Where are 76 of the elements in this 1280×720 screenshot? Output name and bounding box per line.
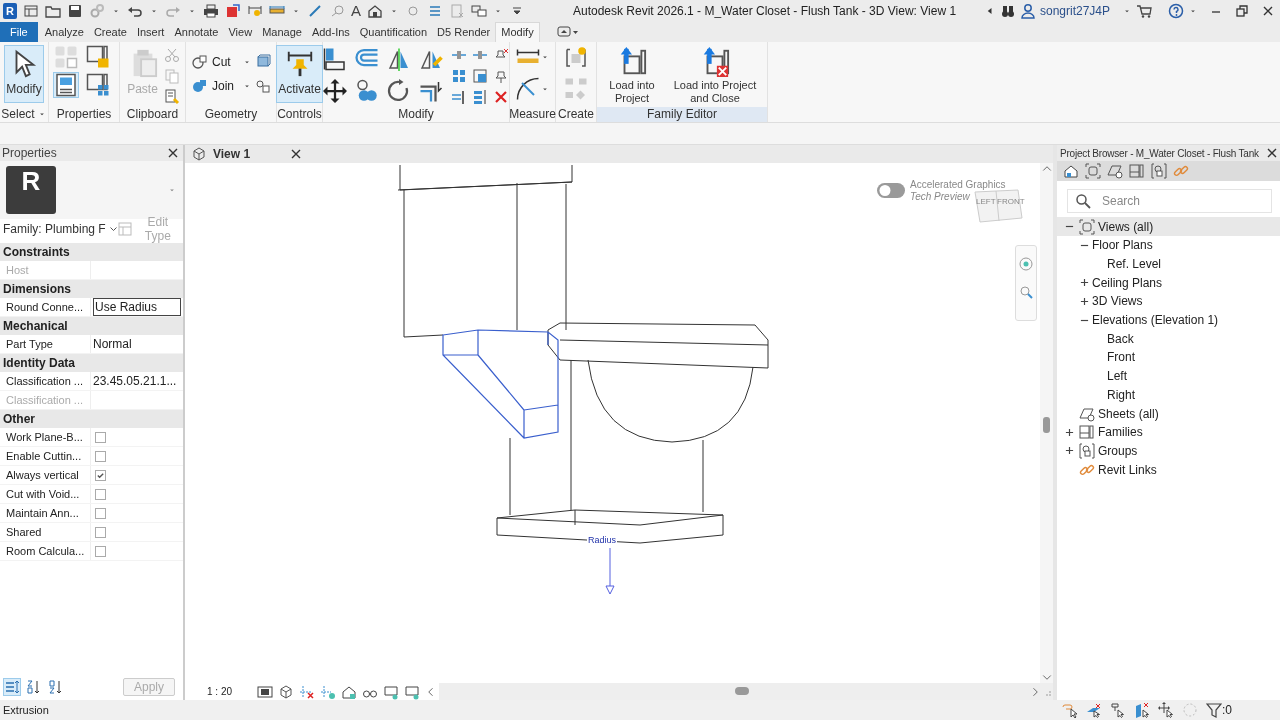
property-label: Host xyxy=(5,264,30,277)
tree-item[interactable]: Left xyxy=(1057,366,1280,386)
panel-label[interactable]: Measure xyxy=(510,105,555,122)
tree-item[interactable]: Right xyxy=(1057,385,1280,405)
load-button[interactable]: Load into Project xyxy=(601,44,663,107)
panel-label[interactable]: Create xyxy=(556,105,596,122)
property-label: Work Plane-B... xyxy=(5,431,84,444)
preview-note: Tech Preview xyxy=(910,191,970,203)
ribbon-tab[interactable]: Modify xyxy=(495,21,540,42)
property-label: Maintain Ann... xyxy=(5,507,80,520)
tree-item[interactable]: Views (all) xyxy=(1057,217,1280,236)
group-header[interactable]: Constraints xyxy=(0,243,183,262)
panel-label[interactable]: Clipboard xyxy=(120,105,185,122)
ribbon-tab[interactable]: Quantification xyxy=(354,21,433,42)
family-type-image: R xyxy=(6,166,56,215)
property-label: Classification ... xyxy=(5,375,85,388)
tree-item[interactable]: Floor Plans xyxy=(1057,236,1280,255)
ribbon-tab[interactable]: Create xyxy=(88,21,132,42)
load-button[interactable]: Load into Project and Close xyxy=(667,44,763,107)
view-tab[interactable]: View 1 xyxy=(191,145,287,164)
tree-item[interactable]: Back xyxy=(1057,329,1280,349)
window-title: Autodesk Revit 2026.1 - M_Water Closet - Flush Tank - 3D View: View 1 xyxy=(573,3,957,18)
group-header[interactable]: Other xyxy=(0,410,183,429)
ribbon-tab[interactable]: Analyze xyxy=(39,21,89,42)
ribbon-tab[interactable]: D5 Render xyxy=(432,21,496,42)
ribbon-tab[interactable]: Annotate xyxy=(169,21,224,42)
panel-title: Properties xyxy=(2,146,57,161)
search-field[interactable]: Search xyxy=(1067,189,1272,214)
scale-label[interactable]: 1 : 20 xyxy=(207,686,233,698)
tree-item[interactable]: Elevations (Elevation 1) xyxy=(1057,310,1280,330)
property-label: Room Calcula... xyxy=(5,545,86,558)
property-label: Shared xyxy=(5,526,43,539)
user-name[interactable]: songrit27J4P xyxy=(1039,3,1110,18)
tree-item[interactable]: Revit Links xyxy=(1057,460,1280,479)
ribbon-tab[interactable]: Insert xyxy=(131,21,170,42)
ribbon-tab[interactable]: File xyxy=(0,21,38,42)
filter-count: :0 xyxy=(1222,703,1232,718)
property-label: Enable Cuttin... xyxy=(5,450,83,463)
group-header[interactable]: Dimensions xyxy=(0,280,183,299)
panel-title: Project Browser - M_Water Closet - Flush Tank xyxy=(1060,147,1259,159)
tree-item[interactable]: Groups xyxy=(1057,441,1280,461)
panel-label[interactable]: Modify xyxy=(323,105,509,122)
ribbon-tab[interactable]: View xyxy=(223,21,258,42)
ribbon-tab[interactable]: Add-Ins xyxy=(306,21,355,42)
property-label: Round Conne... xyxy=(5,301,85,314)
tree-item[interactable]: Families xyxy=(1057,422,1280,442)
graphics-label: Accelerated Graphics xyxy=(910,179,1006,191)
property-value: Normal xyxy=(93,337,132,352)
group-header[interactable]: Identity Data xyxy=(0,354,183,373)
property-label: Part Type xyxy=(5,338,54,351)
tree-item[interactable]: 3D Views xyxy=(1057,292,1280,311)
tree-item[interactable]: Sheets (all) xyxy=(1057,404,1280,423)
tool-button[interactable]: Join xyxy=(191,76,239,95)
status-text: Extrusion xyxy=(3,704,49,717)
property-label: Always vertical xyxy=(5,469,80,482)
panel-label[interactable]: Controls xyxy=(277,105,322,122)
group-header[interactable]: Mechanical xyxy=(0,317,183,336)
dimension-label[interactable]: Radius xyxy=(587,535,617,546)
tree-item[interactable]: Ref. Level xyxy=(1057,254,1280,274)
activate-button[interactable]: Activate xyxy=(276,44,323,103)
tree-item[interactable]: Ceiling Plans xyxy=(1057,273,1280,293)
app-logo[interactable]: R xyxy=(3,2,17,19)
panel-label[interactable]: Family Editor xyxy=(597,106,767,122)
value-field[interactable]: Use Radius xyxy=(93,298,181,317)
property-label: Classification ... xyxy=(5,394,85,407)
panel-label[interactable]: Geometry xyxy=(186,105,276,122)
tool-button[interactable]: Cut xyxy=(191,52,239,71)
property-label: Cut with Void... xyxy=(5,488,81,501)
panel-label[interactable]: Select xyxy=(0,105,48,122)
family-dropdown[interactable]: Family: Plumbing F xyxy=(3,222,117,237)
panel-label[interactable]: Properties xyxy=(49,105,119,122)
tree-item[interactable]: Front xyxy=(1057,348,1280,367)
modify-button[interactable]: Modify xyxy=(4,44,44,103)
ribbon-tab[interactable]: Manage xyxy=(257,21,307,42)
property-value: 23.45.05.21.1... xyxy=(93,374,177,389)
text-tool[interactable]: A xyxy=(351,2,361,20)
